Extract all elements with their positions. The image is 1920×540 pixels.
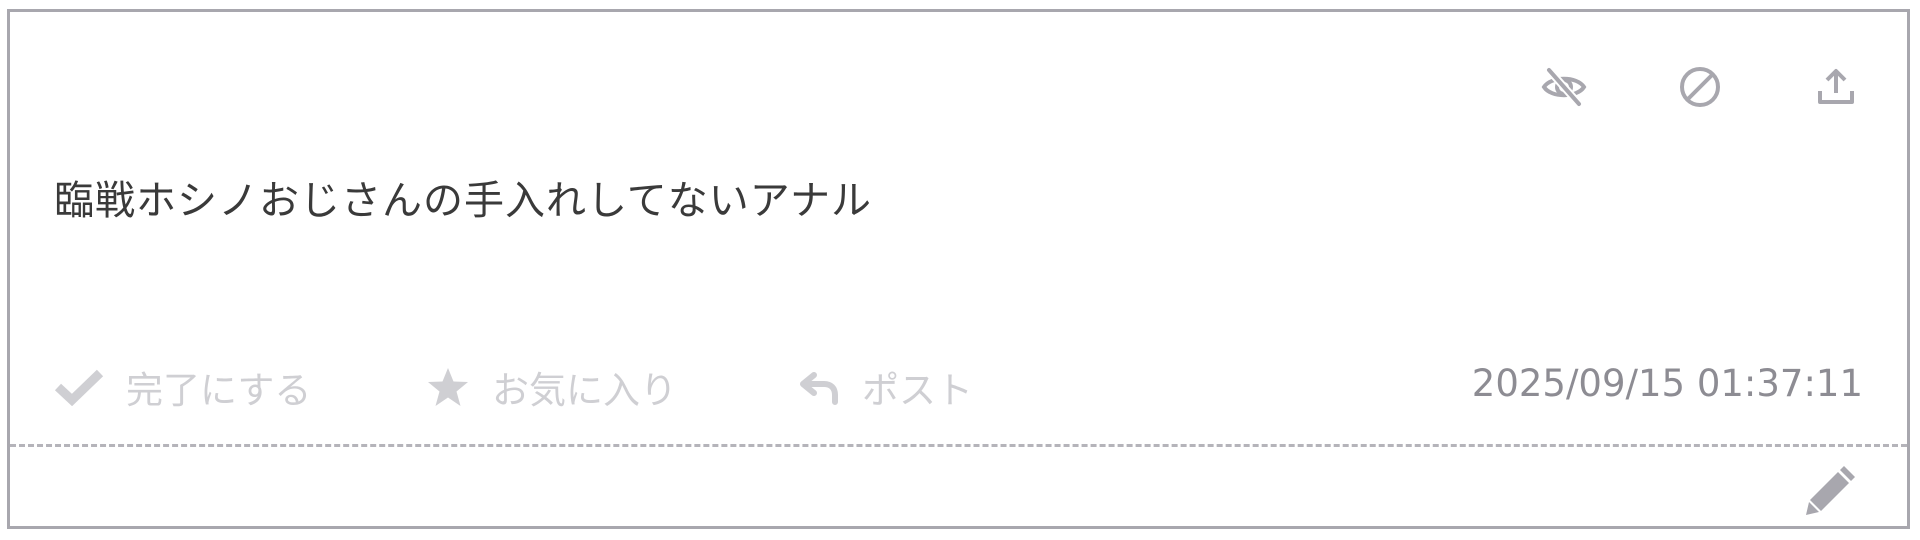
reply-icon (800, 372, 838, 405)
reply-post-button[interactable]: ポスト (798, 360, 1018, 414)
favorite-button[interactable]: お気に入り (426, 360, 798, 414)
post-label: ポスト (862, 369, 973, 412)
share-button[interactable] (1813, 64, 1859, 110)
upload-icon (1818, 69, 1854, 104)
eye-slash-icon (1541, 67, 1587, 107)
edit-button[interactable] (1803, 462, 1859, 518)
post-card: 臨戦ホシノおじさんの手入れしてないアナル 完了にする お気に入り ポスト 202… (7, 9, 1910, 529)
action-bar: 完了にする お気に入り ポスト (54, 360, 1018, 414)
card-toolbar (1541, 64, 1859, 110)
check-icon (54, 369, 104, 406)
favorite-label: お気に入り (492, 369, 677, 412)
pencil-icon (1806, 466, 1855, 515)
post-timestamp: 2025/09/15 01:37:11 (1471, 362, 1863, 405)
ban-icon (1680, 67, 1720, 107)
complete-label: 完了にする (126, 369, 312, 412)
star-icon (428, 368, 468, 406)
hide-button[interactable] (1541, 64, 1587, 110)
post-message: 臨戦ホシノおじさんの手入れしてないアナル (54, 178, 872, 224)
dashed-divider (10, 444, 1907, 447)
complete-button[interactable]: 完了にする (54, 360, 426, 414)
block-button[interactable] (1677, 64, 1723, 110)
